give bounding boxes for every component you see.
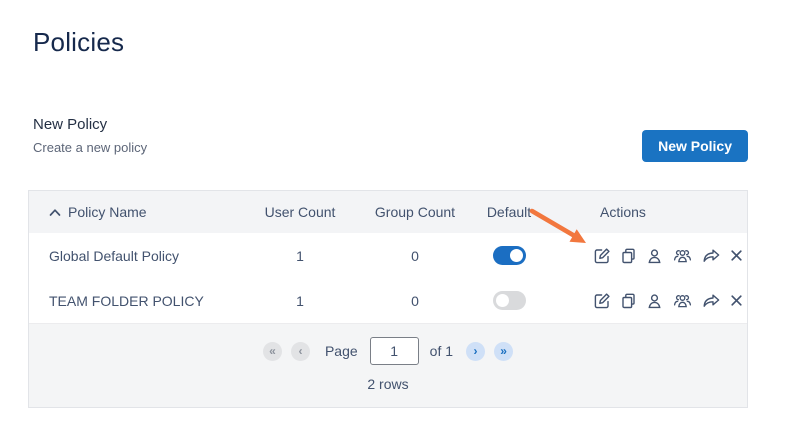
pagination: « ‹ Page of 1 › » (262, 337, 514, 365)
default-cell (465, 246, 553, 265)
actions-cell (553, 292, 747, 310)
x-icon (731, 295, 742, 306)
last-page-button[interactable]: » (494, 341, 514, 361)
group-count-cell: 0 (411, 292, 419, 309)
users-group-icon (673, 249, 692, 262)
page-of-label: of 1 (429, 343, 454, 359)
page-title: Policies (33, 27, 125, 57)
table-header-row: Policy Name User Count Group Count Defau… (29, 191, 747, 233)
column-header-default[interactable]: Default (465, 204, 553, 220)
rows-summary: 2 rows (367, 376, 409, 392)
column-header-user-count[interactable]: User Count (235, 204, 365, 220)
new-policy-button[interactable]: New Policy (642, 130, 748, 162)
new-policy-description: Create a new policy (33, 140, 148, 155)
page-label: Page (324, 343, 358, 359)
assign-user-action-button[interactable] (646, 292, 663, 310)
share-forward-icon (703, 294, 720, 307)
edit-action-button[interactable] (593, 247, 611, 265)
share-action-button[interactable] (702, 247, 721, 264)
table-footer: « ‹ Page of 1 › » 2 rows (29, 323, 747, 407)
sort-ascending-icon (49, 208, 61, 217)
column-header-group-count[interactable]: Group Count (365, 204, 465, 220)
copy-action-button[interactable] (620, 292, 637, 310)
assign-group-action-button[interactable] (672, 292, 693, 310)
share-action-button[interactable] (702, 292, 721, 309)
remove-action-button[interactable] (730, 294, 743, 307)
new-policy-text-block: New Policy Create a new policy (33, 115, 147, 156)
remove-action-button[interactable] (730, 249, 743, 262)
column-header-policy-name[interactable]: Policy Name (29, 204, 235, 220)
default-toggle[interactable] (492, 291, 526, 310)
default-cell (465, 291, 553, 310)
user-count-cell: 1 (296, 247, 304, 264)
share-forward-icon (703, 249, 720, 262)
actions-cell (553, 247, 747, 265)
user-count-cell: 1 (296, 292, 304, 309)
policy-name-cell: Global Default Policy (49, 247, 179, 264)
copy-action-button[interactable] (620, 247, 637, 265)
new-policy-section: New Policy Create a new policy New Polic… (33, 115, 748, 162)
toggle-knob (495, 294, 509, 307)
policies-table: Policy Name User Count Group Count Defau… (28, 190, 748, 408)
users-group-icon (673, 294, 692, 307)
policies-page: Policies New Policy Create a new policy … (0, 0, 798, 432)
toggle-knob (509, 249, 523, 262)
copy-icon (622, 293, 635, 308)
table-row: Global Default Policy 1 0 (29, 233, 747, 278)
first-page-button[interactable]: « (262, 341, 282, 361)
group-count-cell: 0 (411, 247, 419, 264)
edit-icon (594, 292, 610, 308)
edit-icon (594, 247, 610, 263)
user-icon (648, 293, 661, 308)
assign-user-action-button[interactable] (646, 247, 663, 265)
column-header-label: Policy Name (68, 204, 147, 220)
prev-page-button[interactable]: ‹ (290, 341, 310, 361)
policy-name-cell: TEAM FOLDER POLICY (49, 292, 204, 309)
page-number-input[interactable] (369, 337, 419, 365)
user-icon (648, 248, 661, 263)
assign-group-action-button[interactable] (672, 247, 693, 265)
column-header-actions: Actions (600, 204, 646, 220)
new-policy-heading: New Policy (33, 116, 108, 133)
copy-icon (622, 248, 635, 263)
x-icon (731, 250, 742, 261)
table-row: TEAM FOLDER POLICY 1 0 (29, 278, 747, 323)
default-toggle[interactable] (492, 246, 526, 265)
next-page-button[interactable]: › (466, 341, 486, 361)
edit-action-button[interactable] (593, 292, 611, 310)
